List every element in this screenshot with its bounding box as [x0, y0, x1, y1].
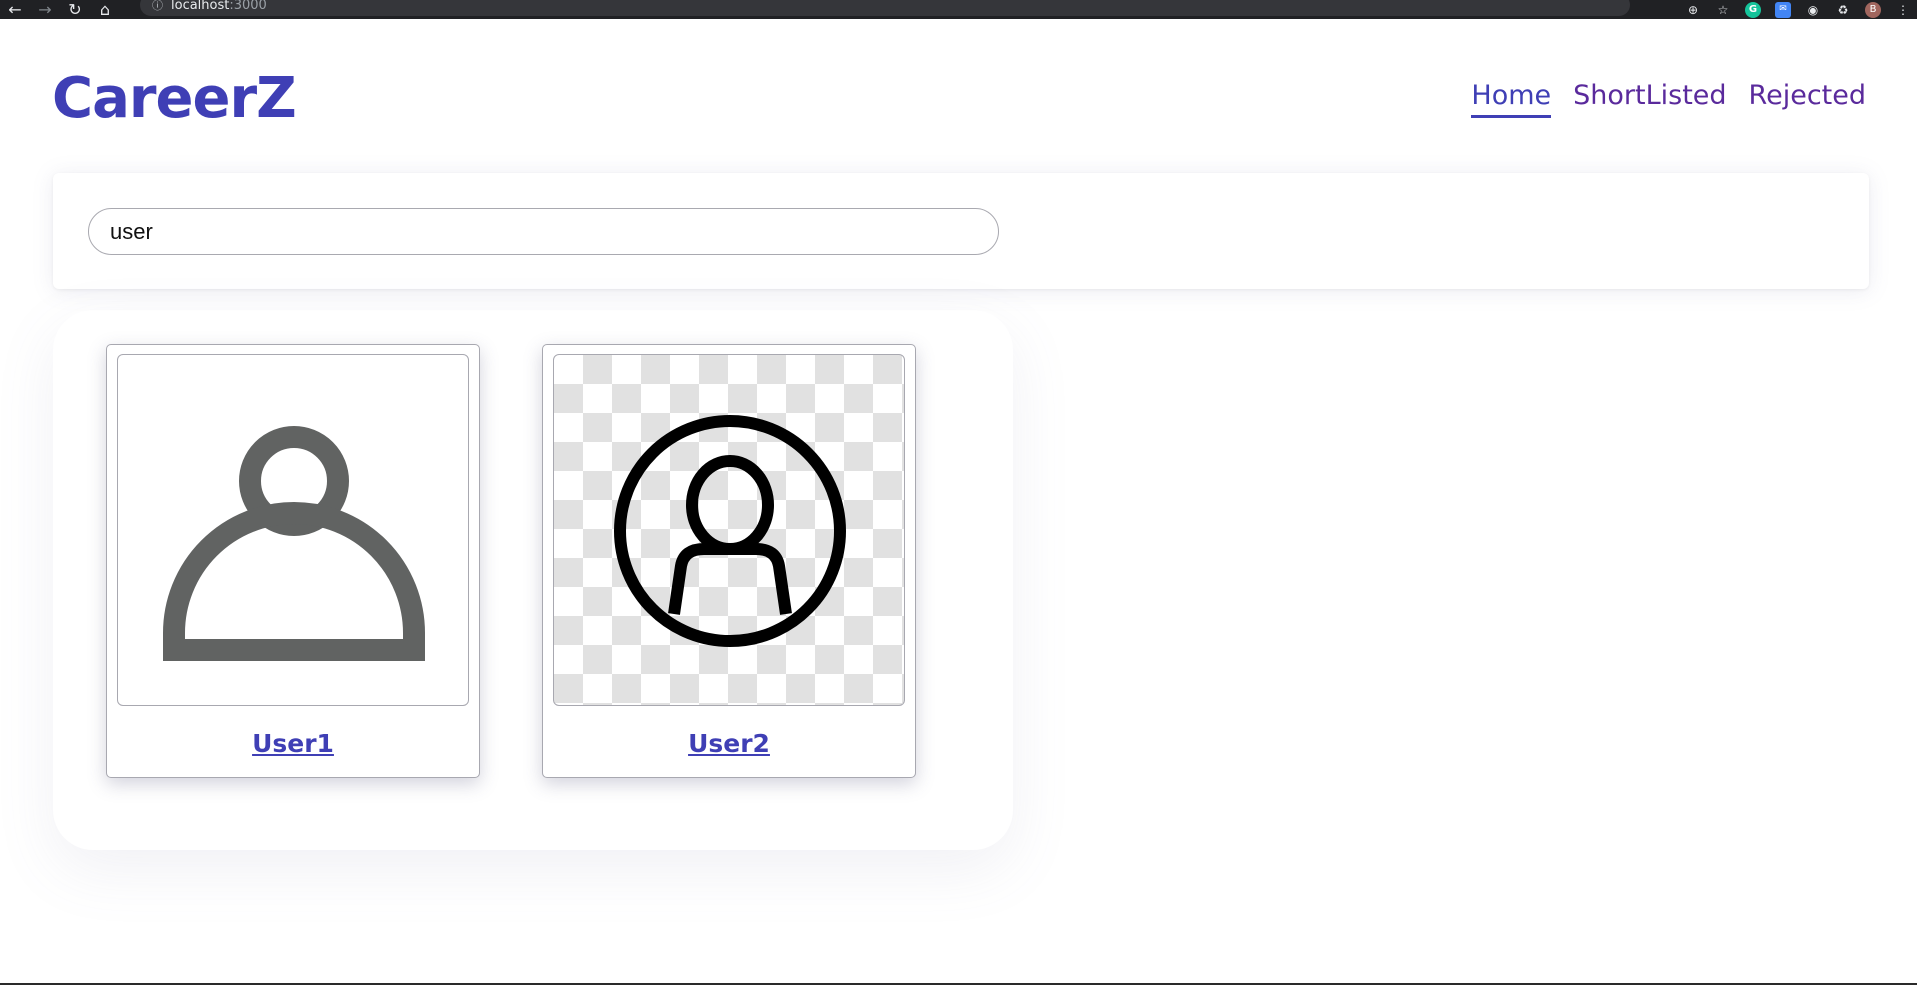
nav-home[interactable]: Home: [1471, 80, 1552, 118]
info-icon[interactable]: ⓘ: [152, 0, 163, 13]
profile-avatar[interactable]: B: [1865, 1, 1881, 18]
record-extension-icon[interactable]: ◉: [1805, 2, 1821, 18]
user-avatar-frame: [553, 354, 905, 706]
user-card[interactable]: User1: [106, 344, 480, 778]
url-host: localhost: [171, 0, 230, 13]
user-name-link[interactable]: User1: [107, 729, 479, 758]
search-panel: [53, 173, 1869, 289]
brand-logo[interactable]: CareerZ: [52, 66, 297, 131]
nav-shortlisted[interactable]: ShortListed: [1573, 80, 1726, 118]
back-arrow-icon[interactable]: ←: [0, 0, 30, 19]
forward-arrow-icon[interactable]: →: [30, 0, 60, 19]
grammarly-extension-icon[interactable]: G: [1745, 1, 1761, 18]
puzzle-extensions-icon[interactable]: ♻: [1835, 2, 1851, 18]
address-bar[interactable]: ⓘ localhost:3000: [140, 0, 1630, 16]
person-circle-icon: [614, 415, 846, 647]
user-name-link[interactable]: User2: [543, 729, 915, 758]
kebab-menu-icon[interactable]: ⋮: [1895, 2, 1911, 18]
nav-rejected[interactable]: Rejected: [1749, 80, 1866, 118]
user-card[interactable]: User2: [542, 344, 916, 778]
url-port: :3000: [229, 0, 267, 13]
bookmark-star-icon[interactable]: ☆: [1715, 2, 1731, 18]
user-avatar-frame: [117, 354, 469, 706]
main-nav: Home ShortListed Rejected: [1471, 80, 1866, 118]
person-outline-icon: [163, 426, 425, 661]
translate-extension-icon[interactable]: ✉: [1775, 1, 1791, 18]
home-icon[interactable]: ⌂: [90, 0, 120, 19]
reload-icon[interactable]: ↻: [60, 0, 90, 19]
browser-toolbar: ← → ↻ ⌂ ⓘ localhost:3000 ⊕ ☆ G ✉ ◉ ♻ B ⋮: [0, 0, 1917, 19]
zoom-icon[interactable]: ⊕: [1685, 2, 1701, 18]
search-input[interactable]: [88, 208, 999, 255]
